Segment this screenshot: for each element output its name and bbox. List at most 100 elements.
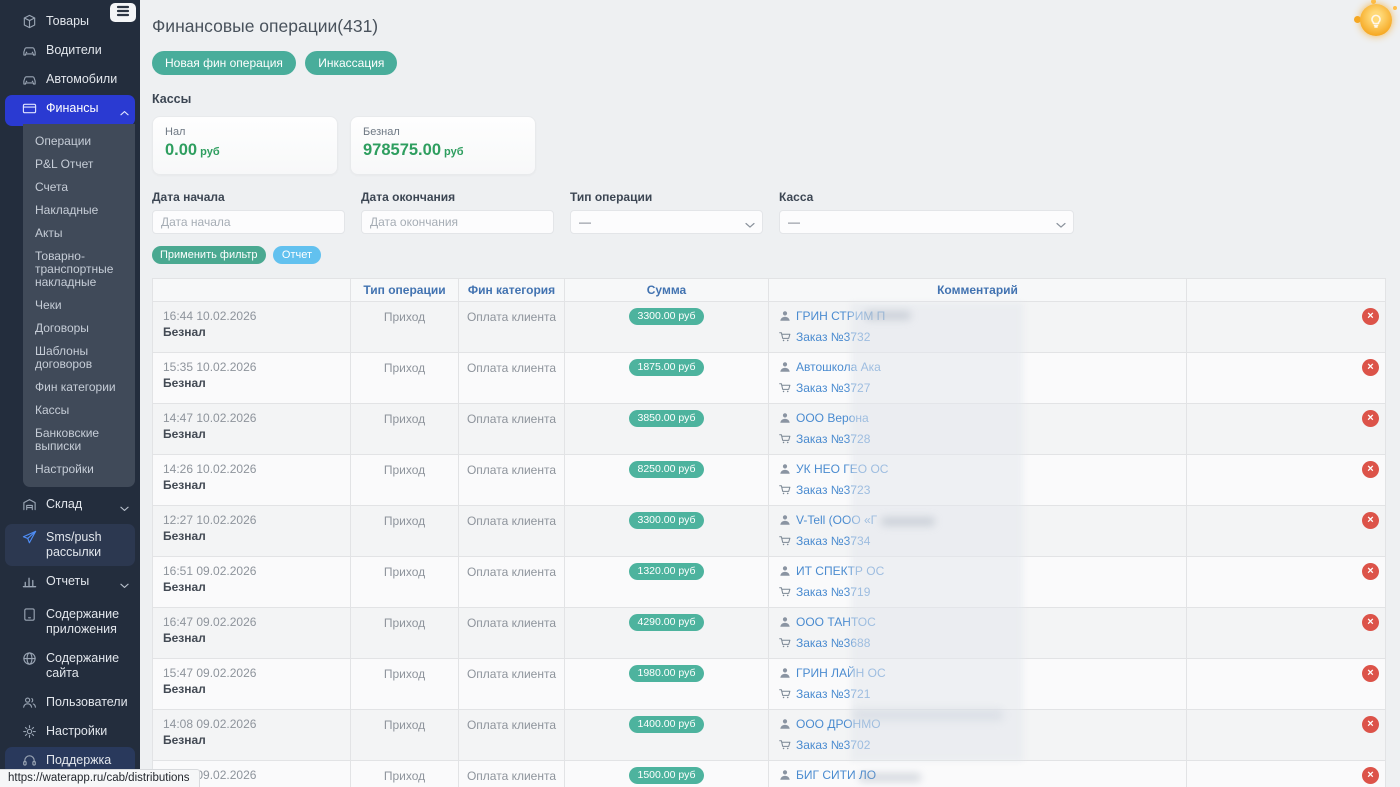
operations-table: Тип операции Фин категория Сумма Коммент… [152,278,1386,787]
order-link[interactable]: Заказ №3727 [779,381,1176,395]
sidebar-item-label: Склад [46,497,82,512]
help-lightbulb-widget[interactable] [1354,0,1398,42]
sidebar-toggle-button[interactable] [110,3,136,22]
amount-badge: 8250.00 руб [629,461,705,478]
col-operation-type: Тип операции [351,279,459,302]
report-button[interactable]: Отчет [273,246,321,264]
submenu-item[interactable]: Операции [23,130,135,153]
delete-operation-button[interactable]: × [1362,563,1379,580]
delete-operation-button[interactable]: × [1362,461,1379,478]
col-fin-category: Фин категория [459,279,565,302]
delete-operation-button[interactable]: × [1362,614,1379,631]
client-name: ИТ СПЕКТР ОС [796,564,884,578]
cell-datetime: 15:35 10.02.2026 Безнал [153,353,351,404]
table-row: 13:26 09.02.2026 Безнал Приход Оплата кл… [153,761,1385,787]
table-header-row: Тип операции Фин категория Сумма Коммент… [153,279,1385,302]
submenu-item[interactable]: Накладные [23,199,135,222]
sidebar-item-bar-chart-6[interactable]: Отчеты [5,568,135,599]
sidebar-item-paper-plane-5[interactable]: Sms/push рассылки [5,524,135,566]
cell-comment: ООО Верона Заказ №3728 [769,404,1187,455]
order-link[interactable]: Заказ №3688 [779,636,1176,650]
submenu-item[interactable]: Фин категории [23,376,135,399]
order-link[interactable]: Заказ №3719 [779,585,1176,599]
client-name: ООО ДРОНМО [796,717,881,731]
cell-datetime: 14:08 09.02.2026 Безнал [153,710,351,761]
cart-icon [779,535,791,547]
cell-operation-type: Приход [351,557,459,608]
sidebar-item-car-2[interactable]: Автомобили [5,66,135,93]
cart-icon [779,382,791,394]
submenu-item[interactable]: Товарно-транспортные накладные [23,245,135,294]
submenu-item[interactable]: Настройки [23,458,135,481]
warehouse-icon [22,497,37,512]
submenu-item[interactable]: Чеки [23,294,135,317]
delete-operation-button[interactable]: × [1362,410,1379,427]
person-icon [779,616,791,628]
apply-filter-button[interactable]: Применить фильтр [152,246,266,264]
client-link[interactable]: ГРИН ЛАЙН ОС [779,666,1176,680]
client-link[interactable]: ИТ СПЕКТР ОС [779,564,1176,578]
cell-actions: × [1187,761,1385,787]
collection-button[interactable]: Инкассация [305,51,397,75]
order-link[interactable]: Заказ №3734 [779,534,1176,548]
cart-icon [779,688,791,700]
client-link[interactable]: ООО Верона [779,411,1176,425]
client-link[interactable]: ООО ДРОНМО [779,717,1176,731]
cell-fin-category: Оплата клиента [459,353,565,404]
payment-method: Безнал [163,733,340,747]
cash-section-label: Кассы [152,92,1386,106]
chevron-up-icon [120,101,129,120]
order-number: Заказ №3688 [796,636,870,650]
client-link[interactable]: ГРИН СТРИМ П [779,309,1176,323]
col-comment: Комментарий [769,279,1187,302]
submenu-item[interactable]: Счета [23,176,135,199]
sidebar-item-label: Товары [46,14,89,29]
cash-card-label: Безнал [363,126,523,138]
delete-operation-button[interactable]: × [1362,308,1379,325]
order-link[interactable]: Заказ №3702 [779,738,1176,752]
date-end-input[interactable] [361,210,554,234]
order-link[interactable]: Заказ №3723 [779,483,1176,497]
client-link[interactable]: БИГ СИТИ ЛО [779,768,1176,782]
submenu-item[interactable]: Акты [23,222,135,245]
sidebar-item-app-window-7[interactable]: Содержание приложения [5,601,135,643]
sidebar-item-globe-8[interactable]: Содержание сайта [5,645,135,687]
cash-card-label: Нал [165,126,325,138]
sidebar-item-warehouse-4[interactable]: Склад [5,491,135,522]
sidebar-item-gear-10[interactable]: Настройки [5,718,135,745]
cell-actions: × [1187,455,1385,506]
submenu-item[interactable]: Кассы [23,399,135,422]
submenu-item[interactable]: Банковские выписки [23,422,135,458]
submenu-item[interactable]: Шаблоны договоров [23,340,135,376]
new-operation-button[interactable]: Новая фин операция [152,51,296,75]
sidebar-item-car-1[interactable]: Водители [5,37,135,64]
delete-operation-button[interactable]: × [1362,512,1379,529]
order-link[interactable]: Заказ №3728 [779,432,1176,446]
order-link[interactable]: Заказ №3721 [779,687,1176,701]
cell-fin-category: Оплата клиента [459,302,565,353]
submenu-item[interactable]: Договоры [23,317,135,340]
delete-operation-button[interactable]: × [1362,767,1379,784]
date-start-input[interactable] [152,210,345,234]
cell-datetime: 14:26 10.02.2026 Безнал [153,455,351,506]
client-link[interactable]: ООО ТАНТОС [779,615,1176,629]
client-link[interactable]: УК НЕО ГЕО ОС [779,462,1176,476]
person-icon [779,667,791,679]
cell-amount: 1320.00 руб [565,557,769,608]
client-link[interactable]: Автошкола Ака [779,360,1176,374]
sidebar-item-label: Водители [46,43,102,58]
submenu-item[interactable]: P&L Отчет [23,153,135,176]
operation-time: 14:47 10.02.2026 [163,411,340,425]
sidebar-item-credit-card-3[interactable]: Финансы [5,95,135,126]
delete-operation-button[interactable]: × [1362,716,1379,733]
sidebar-item-users-9[interactable]: Пользователи [5,689,135,716]
delete-operation-button[interactable]: × [1362,665,1379,682]
delete-operation-button[interactable]: × [1362,359,1379,376]
order-link[interactable]: Заказ №3732 [779,330,1176,344]
client-link[interactable]: V-Tell (ООО «Г [779,513,1176,527]
payment-method: Безнал [163,376,340,390]
cell-actions: × [1187,557,1385,608]
operation-type-select[interactable]: — [570,210,763,234]
cash-register-select[interactable]: — [779,210,1074,234]
currency-label: руб [200,146,220,158]
